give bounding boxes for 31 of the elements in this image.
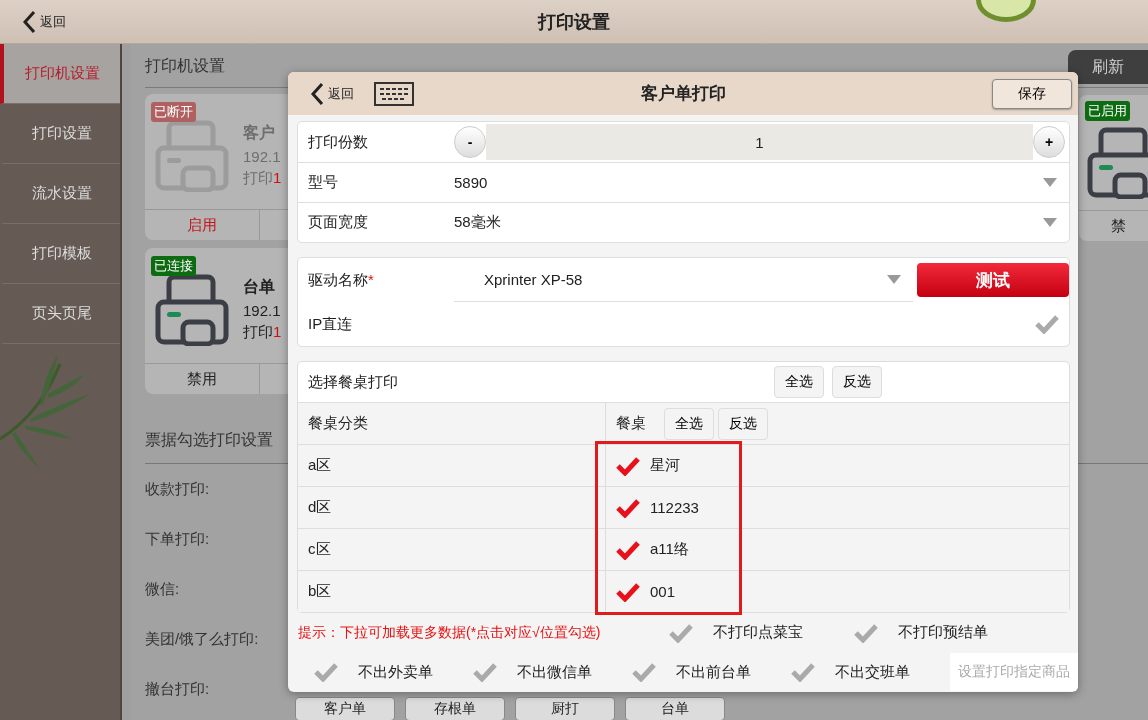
column-header: 餐桌 <box>616 414 646 434</box>
setting-label: 微信: <box>145 579 180 599</box>
field-label: IP直连 <box>308 314 354 334</box>
printer-address: 192.1 <box>243 302 282 319</box>
table-cell: 001 <box>650 583 676 601</box>
hint-text: 提示：下拉可加载更多数据(*点击对应√位置勾选) <box>298 623 602 642</box>
column-header: 餐桌分类 <box>308 414 368 434</box>
table-cell: c区 <box>308 540 331 560</box>
setting-label: 美团/饿了么打印: <box>145 629 259 649</box>
setting-label: 下单打印: <box>145 529 210 549</box>
section-label: 选择餐桌打印 <box>308 372 399 392</box>
page-title: 打印设置 <box>538 10 610 34</box>
field-label: 打印份数 <box>308 132 369 152</box>
table-cell: b区 <box>308 582 332 602</box>
print-copies-text: 打印1 <box>243 169 282 188</box>
print-copies-text: 打印1 <box>243 323 282 342</box>
field-label: 型号 <box>308 173 339 193</box>
table-cell: d区 <box>308 498 332 518</box>
field-label: 页面宽度 <box>308 213 369 233</box>
setting-label: 收款打印: <box>145 479 210 499</box>
printer-address: 192.1 <box>243 148 282 165</box>
status-badge: 已断开 <box>151 102 196 122</box>
printer-name: 客户 <box>243 123 276 143</box>
setting-label: 撤台打印: <box>145 679 210 699</box>
field-label: 驱动名称* <box>308 270 375 290</box>
table-cell: a11络 <box>650 540 689 560</box>
printer-name: 台单 <box>243 277 276 297</box>
table-cell: 112233 <box>650 499 699 517</box>
status-badge: 已连接 <box>151 256 196 276</box>
status-badge: 已启用 <box>1085 101 1130 121</box>
dialog-title: 客户单打印 <box>640 83 726 106</box>
